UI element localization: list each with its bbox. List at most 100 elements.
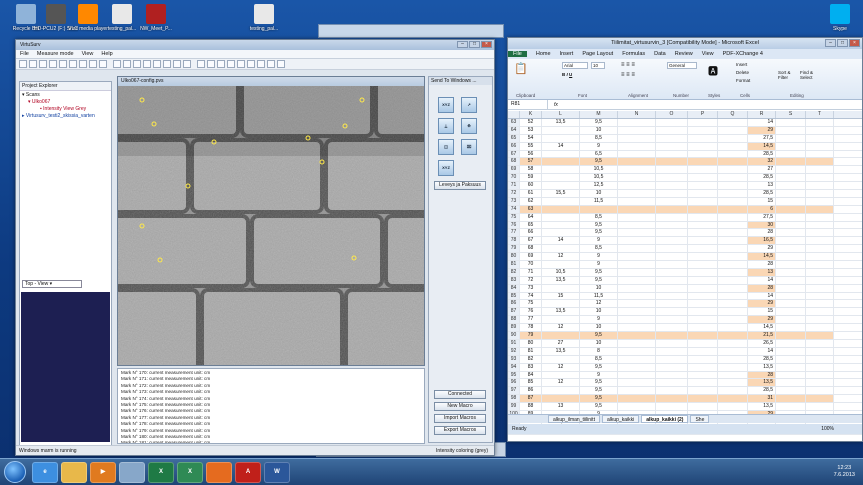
cell[interactable] [542, 387, 580, 395]
cell[interactable]: 56 [520, 150, 542, 158]
cell[interactable] [806, 197, 834, 205]
cell[interactable]: 28,5 [748, 355, 776, 363]
cell[interactable] [688, 229, 718, 237]
cell[interactable] [718, 182, 748, 190]
cell[interactable] [718, 276, 748, 284]
cell[interactable] [618, 268, 656, 276]
cell[interactable] [618, 308, 656, 316]
cell[interactable] [656, 205, 688, 213]
cell[interactable] [776, 134, 806, 142]
row-header[interactable]: 95 [508, 371, 520, 379]
cell[interactable] [776, 355, 806, 363]
cell[interactable]: 9 [580, 142, 618, 150]
cell[interactable] [656, 134, 688, 142]
cell[interactable] [806, 221, 834, 229]
cell[interactable]: 26,5 [748, 339, 776, 347]
cell[interactable] [718, 245, 748, 253]
cell[interactable] [656, 379, 688, 387]
cell[interactable] [618, 158, 656, 166]
cell[interactable] [776, 395, 806, 403]
cell[interactable] [806, 276, 834, 284]
cell[interactable] [656, 182, 688, 190]
cell[interactable]: 10 [580, 324, 618, 332]
cell[interactable]: 13,5 [748, 363, 776, 371]
cell[interactable] [776, 284, 806, 292]
cell[interactable]: 27,5 [748, 134, 776, 142]
cell[interactable] [618, 126, 656, 134]
cell[interactable]: 8,5 [580, 355, 618, 363]
cell[interactable]: 14 [542, 237, 580, 245]
cell[interactable] [618, 134, 656, 142]
cell[interactable] [656, 261, 688, 268]
cell[interactable] [618, 205, 656, 213]
toolbar-tool-icon[interactable] [89, 60, 97, 68]
insert-cells-button[interactable]: Insert [736, 62, 747, 67]
cell[interactable] [688, 197, 718, 205]
cell[interactable] [656, 355, 688, 363]
cell[interactable]: 27 [748, 166, 776, 174]
cell[interactable] [542, 174, 580, 182]
cell[interactable]: 52 [520, 119, 542, 126]
cell[interactable] [656, 166, 688, 174]
cell[interactable] [656, 150, 688, 158]
column-header[interactable]: N [618, 111, 656, 118]
cell[interactable]: 13,5 [542, 308, 580, 316]
row-header[interactable]: 76 [508, 221, 520, 229]
cell[interactable]: 69 [520, 253, 542, 261]
ribbon-tab-formulas[interactable]: Formulas [622, 51, 645, 57]
cell[interactable] [542, 197, 580, 205]
cell[interactable] [618, 182, 656, 190]
column-header[interactable]: M [580, 111, 618, 118]
presentation-desktop-item[interactable]: NW_Meet_P... [134, 4, 178, 32]
cell[interactable]: 9,5 [580, 229, 618, 237]
cell[interactable] [688, 324, 718, 332]
row-header[interactable]: 65 [508, 134, 520, 142]
media-player-icon[interactable]: ▶ [90, 462, 116, 483]
toolbar-tool-icon[interactable] [29, 60, 37, 68]
cell[interactable] [806, 268, 834, 276]
cell[interactable]: 59 [520, 174, 542, 182]
cell[interactable]: 76 [520, 308, 542, 316]
cell[interactable] [718, 363, 748, 371]
row-header[interactable]: 77 [508, 229, 520, 237]
close-button[interactable]: × [481, 41, 492, 48]
cell[interactable]: 64 [520, 213, 542, 221]
cell[interactable] [542, 261, 580, 268]
cell[interactable] [718, 300, 748, 308]
toolbar-tool-icon[interactable] [113, 60, 121, 68]
cell[interactable] [688, 332, 718, 339]
cell[interactable] [688, 174, 718, 182]
cell[interactable]: 66 [520, 229, 542, 237]
cell[interactable]: 53 [520, 126, 542, 134]
cell[interactable] [688, 166, 718, 174]
cell[interactable]: 78 [520, 324, 542, 332]
cell[interactable] [806, 339, 834, 347]
cell[interactable]: 9 [580, 371, 618, 379]
cell[interactable] [656, 316, 688, 324]
cell[interactable]: 14,5 [748, 142, 776, 150]
toolbar-tool-icon[interactable] [237, 60, 245, 68]
cell[interactable]: 10,5 [542, 268, 580, 276]
cell[interactable] [718, 150, 748, 158]
cell[interactable] [718, 261, 748, 268]
cell[interactable]: 10 [580, 190, 618, 197]
measure-a-button[interactable]: ⟂ [438, 118, 454, 134]
cell[interactable]: 12 [580, 300, 618, 308]
cell[interactable]: 9,5 [580, 119, 618, 126]
cell[interactable] [618, 245, 656, 253]
cell[interactable] [806, 245, 834, 253]
cell[interactable] [718, 174, 748, 182]
cell[interactable] [656, 395, 688, 403]
toolbar-tool-icon[interactable] [163, 60, 171, 68]
cell[interactable]: 14 [542, 142, 580, 150]
cell[interactable]: 8,5 [580, 245, 618, 253]
cell[interactable] [718, 119, 748, 126]
cell[interactable] [688, 316, 718, 324]
tree-item-project[interactable]: ▸ Virtusurv_testi2_skissia_varten [20, 112, 111, 119]
cell[interactable]: 9,5 [580, 403, 618, 410]
cell[interactable] [542, 355, 580, 363]
cell[interactable] [776, 150, 806, 158]
cell[interactable] [806, 308, 834, 316]
start-button[interactable] [4, 461, 26, 483]
cell[interactable] [618, 119, 656, 126]
